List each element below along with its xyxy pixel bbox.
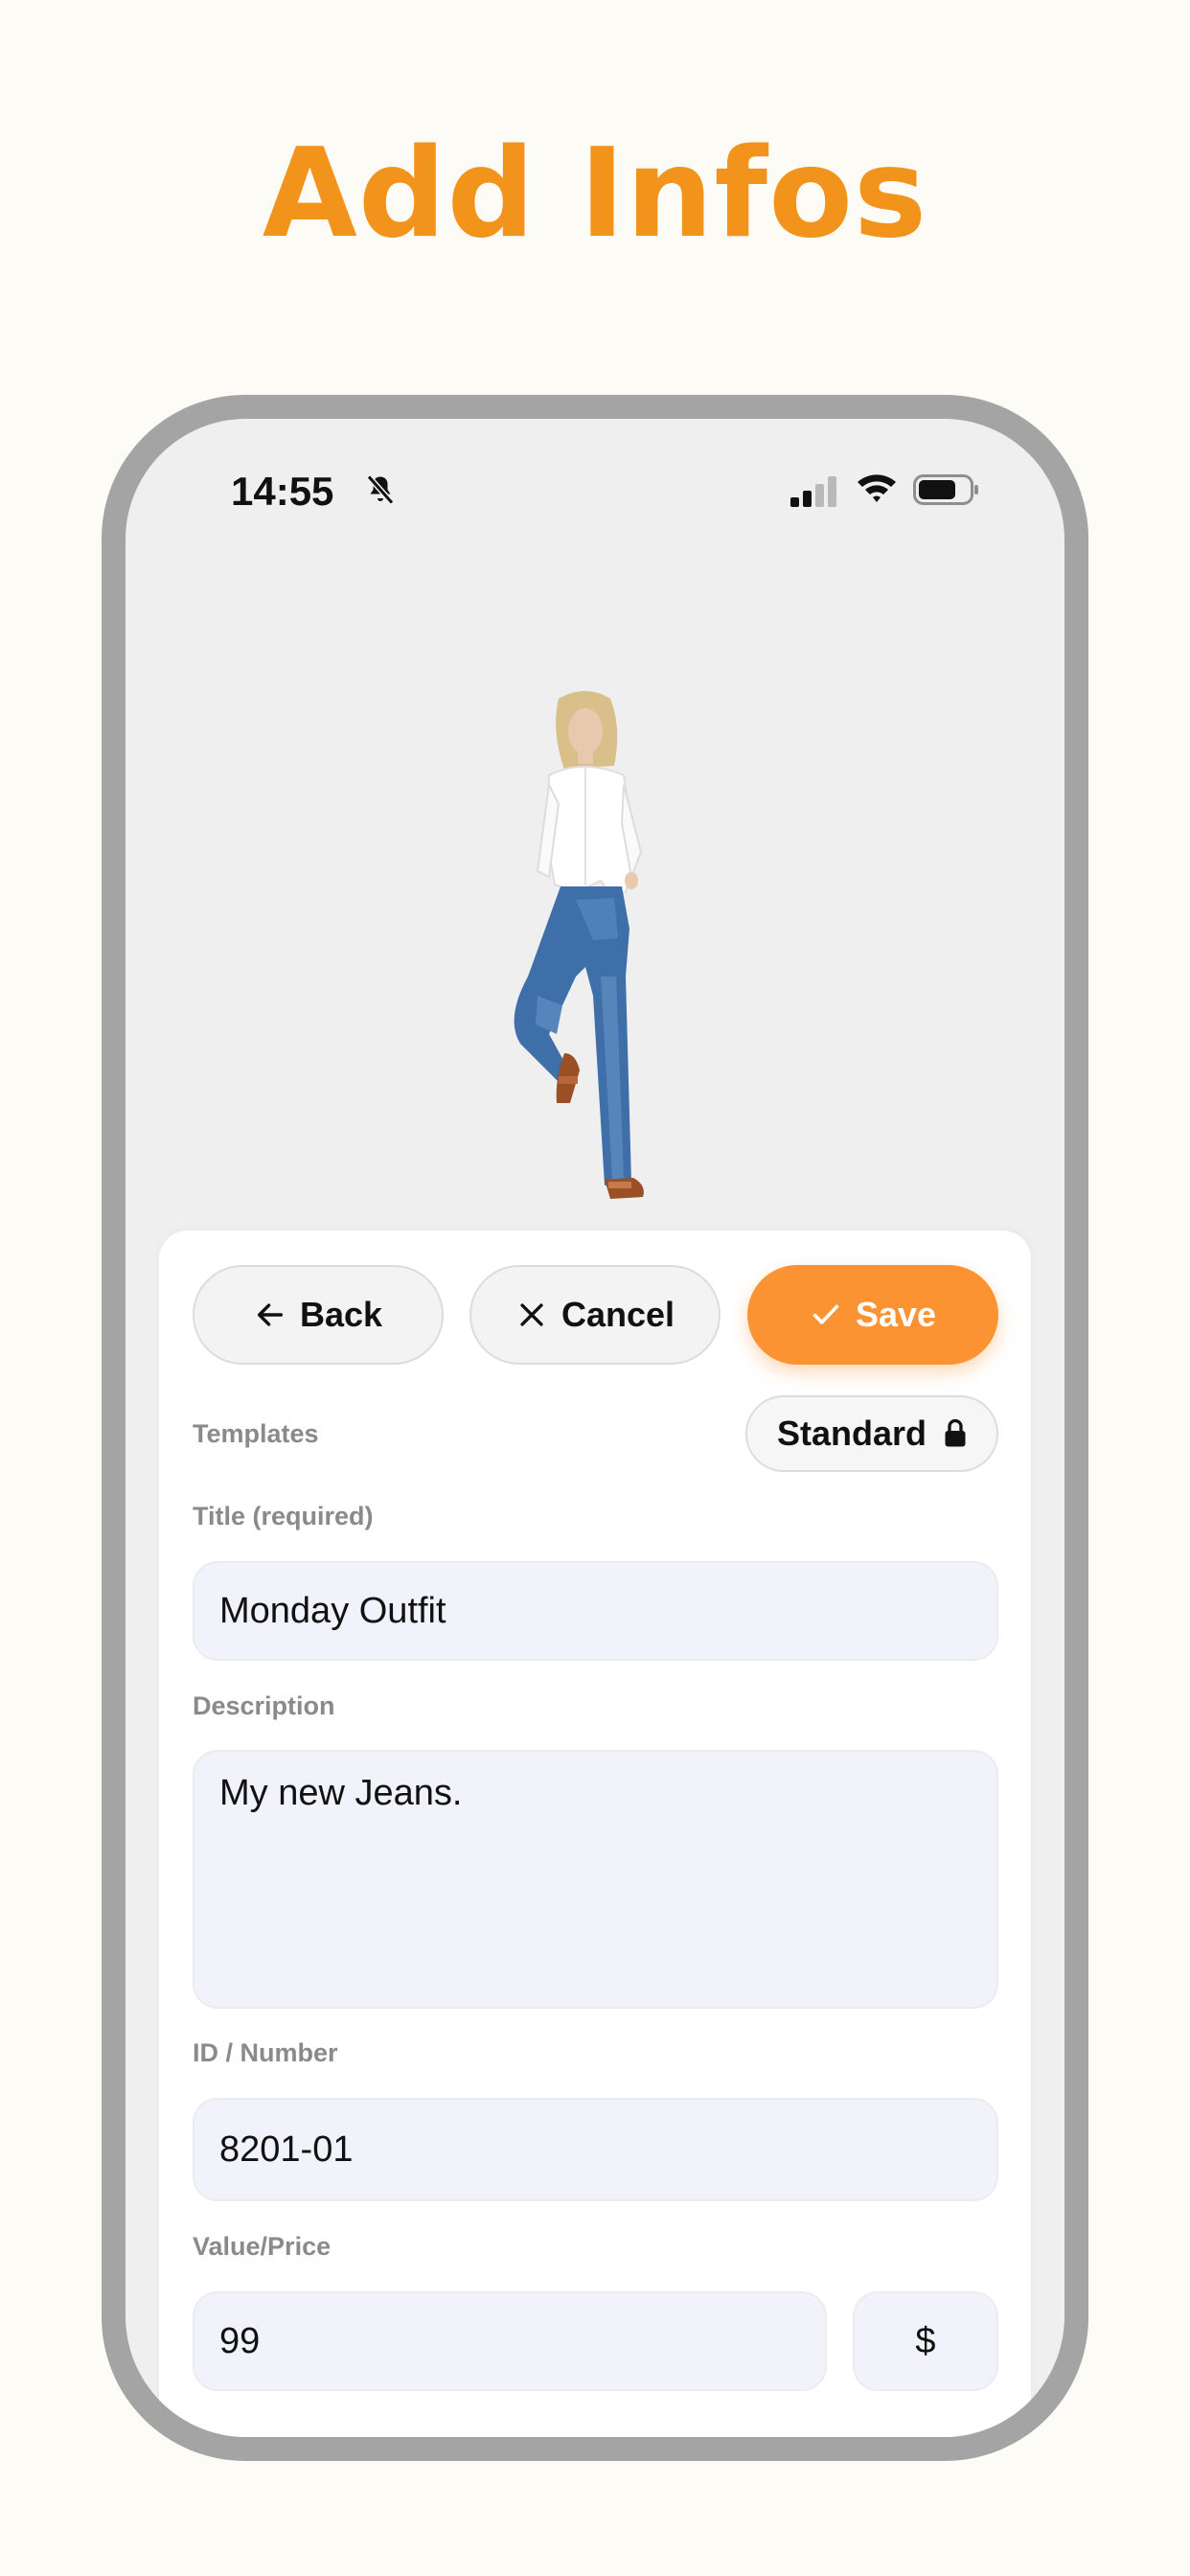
checkmark-icon (812, 1304, 839, 1324)
cellular-signal-icon (790, 476, 836, 507)
title-field-value: Monday Outfit (219, 1590, 446, 1631)
lock-icon (945, 1419, 966, 1447)
cancel-button-label: Cancel (561, 1295, 675, 1334)
arrow-left-icon (257, 1303, 284, 1326)
battery-icon (913, 474, 978, 505)
id-number-label: ID / Number (193, 2038, 338, 2067)
page-headline: Add Infos (262, 123, 928, 265)
cancel-button[interactable]: Cancel (469, 1265, 721, 1365)
title-field[interactable]: Monday Outfit (193, 1561, 998, 1661)
description-label: Description (193, 1691, 335, 1720)
back-button-label: Back (299, 1295, 383, 1334)
status-time: 14:55 (231, 469, 334, 514)
bell-slash-icon (366, 474, 395, 505)
price-label: Value/Price (193, 2232, 332, 2261)
currency-symbol: $ (915, 2320, 936, 2361)
save-button-label: Save (855, 1295, 937, 1334)
title-label: Title (required) (193, 1502, 374, 1530)
id-number-field-value: 8201-01 (219, 2128, 354, 2170)
price-field-value: 99 (219, 2320, 261, 2361)
outfit-photo (514, 691, 644, 1199)
wifi-icon (858, 474, 896, 502)
close-icon (520, 1303, 543, 1326)
templates-label: Templates (193, 1419, 319, 1448)
phone-screen: 14:55 Back Cancel Save Templates Standar… (126, 419, 1064, 2437)
edit-sheet: Back Cancel Save Templates Standard Titl… (159, 1230, 1031, 2437)
currency-selector[interactable]: $ (853, 2291, 998, 2391)
price-field[interactable]: 99 (193, 2291, 827, 2391)
back-button[interactable]: Back (193, 1265, 444, 1365)
save-button[interactable]: Save (747, 1265, 998, 1365)
description-field-value: My new Jeans. (219, 1773, 463, 1813)
id-number-field[interactable]: 8201-01 (193, 2098, 998, 2201)
template-selector[interactable]: Standard (745, 1395, 998, 1472)
description-field[interactable]: My new Jeans. (193, 1750, 998, 2009)
phone-frame: 14:55 Back Cancel Save Templates Standar… (102, 395, 1088, 2461)
template-selected-value: Standard (776, 1414, 927, 1453)
status-bar: 14:55 (126, 419, 1064, 572)
